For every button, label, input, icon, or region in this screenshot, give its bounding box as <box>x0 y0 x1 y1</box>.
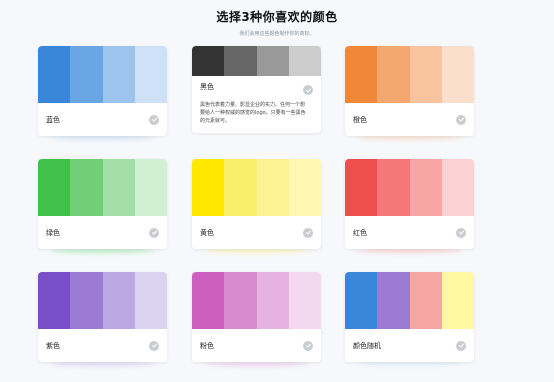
swatch-1 <box>38 272 71 329</box>
swatch-1 <box>345 272 378 329</box>
swatch-3 <box>102 272 135 329</box>
swatch-3 <box>256 46 289 76</box>
card-footer: 绿色 <box>38 216 167 249</box>
card-label: 粉色 <box>200 341 214 350</box>
swatch-4 <box>288 159 321 216</box>
swatch-2 <box>70 272 103 329</box>
check-icon[interactable] <box>303 85 313 95</box>
check-icon[interactable] <box>456 227 466 238</box>
card-label: 橙色 <box>353 115 367 124</box>
card-label: 紫色 <box>46 341 60 350</box>
color-card-random[interactable]: 颜色随机 <box>345 272 474 362</box>
swatch-1 <box>38 46 71 103</box>
color-card-yellow[interactable]: 黄色 <box>192 159 321 249</box>
swatch-1 <box>345 46 378 103</box>
swatch-4 <box>134 159 167 216</box>
swatch-3 <box>256 272 289 329</box>
card-footer: 蓝色 <box>38 103 167 136</box>
swatch-2 <box>70 159 103 216</box>
palette-swatches <box>38 159 167 216</box>
swatch-2 <box>377 272 410 329</box>
palette-swatches <box>345 272 474 329</box>
swatch-4 <box>288 272 321 329</box>
swatch-2 <box>70 46 103 103</box>
card-label: 蓝色 <box>46 115 60 124</box>
palette-swatches <box>192 159 321 216</box>
card-label: 红色 <box>353 228 367 237</box>
swatch-3 <box>102 46 135 103</box>
palette-swatches <box>38 272 167 329</box>
card-footer: 黑色 黑色代表着力量、影显企业的实力。任何一个想要给人一种权威的感觉的logo，… <box>192 76 321 133</box>
palette-swatches <box>192 272 321 329</box>
check-icon[interactable] <box>149 340 159 351</box>
swatch-4 <box>441 46 474 103</box>
palette-swatches <box>345 159 474 216</box>
palette-swatches <box>192 46 321 76</box>
swatch-4 <box>288 46 321 76</box>
card-label: 黄色 <box>200 228 214 237</box>
swatch-3 <box>409 272 442 329</box>
palette-swatches <box>38 46 167 103</box>
swatch-3 <box>102 159 135 216</box>
check-icon[interactable] <box>456 114 466 125</box>
color-card-green[interactable]: 绿色 <box>38 159 167 249</box>
card-label: 颜色随机 <box>353 341 381 350</box>
swatch-1 <box>192 46 225 76</box>
card-footer: 黄色 <box>192 216 321 249</box>
swatch-4 <box>134 272 167 329</box>
color-card-pink[interactable]: 粉色 <box>192 272 321 362</box>
card-footer: 橙色 <box>345 103 474 136</box>
card-footer: 颜色随机 <box>345 329 474 362</box>
swatch-2 <box>377 46 410 103</box>
card-footer: 粉色 <box>192 329 321 362</box>
palette-swatches <box>345 46 474 103</box>
color-card-purple[interactable]: 紫色 <box>38 272 167 362</box>
check-icon[interactable] <box>149 227 159 238</box>
card-footer: 紫色 <box>38 329 167 362</box>
swatch-3 <box>409 46 442 103</box>
swatch-4 <box>441 159 474 216</box>
page-header: 选择3种你喜欢的颜色 我们会用这些颜色制作你的商标。 <box>0 8 554 37</box>
swatch-1 <box>192 159 225 216</box>
color-card-blue[interactable]: 蓝色 <box>38 46 167 136</box>
page-title: 选择3种你喜欢的颜色 <box>216 10 338 24</box>
card-label: 绿色 <box>46 228 60 237</box>
swatch-2 <box>224 159 257 216</box>
swatch-2 <box>377 159 410 216</box>
check-icon[interactable] <box>303 340 313 351</box>
color-card-red[interactable]: 红色 <box>345 159 474 249</box>
swatch-4 <box>441 272 474 329</box>
swatch-3 <box>409 159 442 216</box>
swatch-1 <box>38 159 71 216</box>
check-icon[interactable] <box>149 114 159 125</box>
card-footer: 红色 <box>345 216 474 249</box>
swatch-1 <box>345 159 378 216</box>
swatch-2 <box>224 46 257 76</box>
swatch-1 <box>192 272 225 329</box>
color-card-orange[interactable]: 橙色 <box>345 46 474 136</box>
swatch-3 <box>256 159 289 216</box>
card-label: 黑色 <box>200 83 214 91</box>
check-icon[interactable] <box>303 227 313 238</box>
check-icon[interactable] <box>456 340 466 351</box>
page-subtitle: 我们会用这些颜色制作你的商标。 <box>239 31 315 37</box>
swatch-2 <box>224 272 257 329</box>
card-description: 黑色代表着力量、影显企业的实力。任何一个想要给人一种权威的感觉的logo，只要有… <box>200 102 306 124</box>
color-card-black[interactable]: 黑色 黑色代表着力量、影显企业的实力。任何一个想要给人一种权威的感觉的logo，… <box>192 46 321 133</box>
swatch-4 <box>134 46 167 103</box>
